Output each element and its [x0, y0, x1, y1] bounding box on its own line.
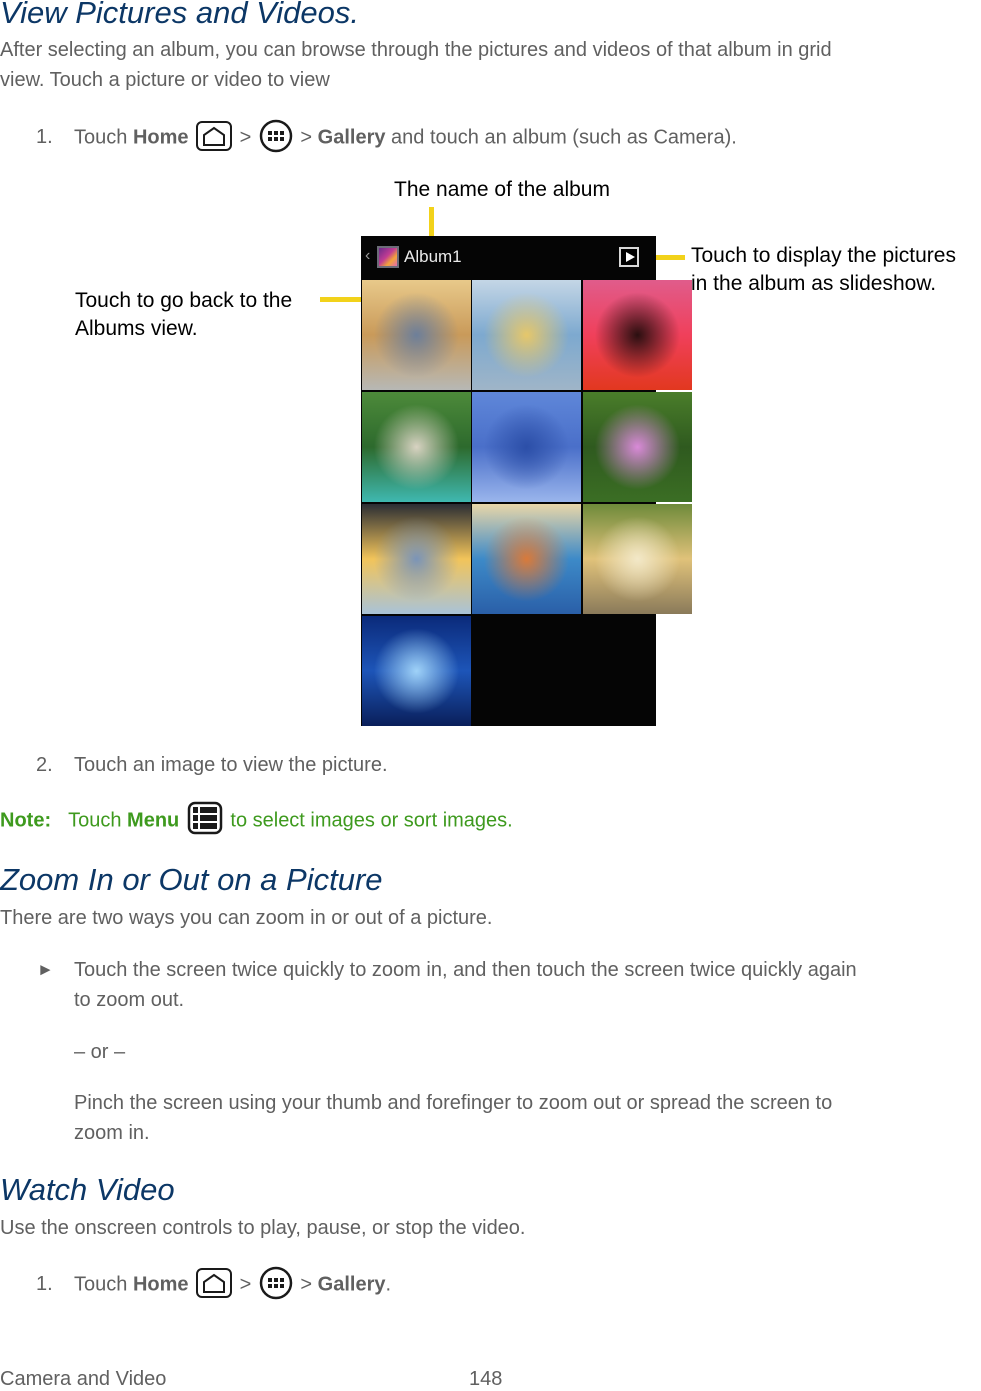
- thumbnail-coastal-cove[interactable]: [362, 392, 471, 502]
- separator: >: [234, 126, 257, 149]
- home-icon: [196, 1268, 233, 1298]
- step-prefix: Touch: [74, 126, 133, 149]
- album-thumbnail-icon[interactable]: [377, 246, 399, 268]
- thumbnail-palm-beach-sunset[interactable]: [362, 504, 471, 614]
- step-number: 1.: [36, 1273, 53, 1296]
- watch-video-step-1: 1. Touch Home > > Gallery.: [36, 1266, 392, 1302]
- footer-page-number: 148: [469, 1368, 503, 1390]
- apps-icon: [259, 119, 293, 153]
- menu-icon: [187, 801, 223, 835]
- section-heading-zoom: Zoom In or Out on a Picture: [0, 862, 383, 897]
- menu-label: Menu: [127, 809, 180, 832]
- note-label: Note:: [0, 809, 52, 832]
- thumbnail-water-lilies[interactable]: [583, 392, 692, 502]
- footer-section-name: Camera and Video: [0, 1368, 167, 1390]
- step-number: 1.: [36, 126, 53, 149]
- step-suffix: .: [385, 1273, 392, 1296]
- note: Note: Touch Menu to select images or sort…: [0, 801, 513, 838]
- zoom-option2-line2: zoom in.: [74, 1122, 150, 1144]
- thumbnail-mosaic-beads[interactable]: [472, 504, 581, 614]
- album-title: Album1: [404, 247, 462, 266]
- step-1-gallery: 1. Touch Home > > Gallery and touch an al…: [36, 119, 737, 155]
- bullet-icon: ►: [37, 960, 54, 979]
- step-2: 2. Touch an image to view the picture.: [36, 750, 388, 780]
- apps-icon: [259, 1266, 293, 1300]
- thumbnail-underwater-sunburst[interactable]: [362, 616, 471, 726]
- section-heading-watch-video: Watch Video: [0, 1172, 175, 1207]
- gallery-action-bar: ‹ Album1: [361, 236, 656, 280]
- note-suffix: to select images or sort images.: [224, 809, 513, 832]
- callout-slideshow-line2: in the album as slideshow.: [691, 272, 937, 295]
- home-label: Home: [132, 1273, 189, 1296]
- gallery-label: Gallery: [317, 1273, 386, 1296]
- watch-video-intro: Use the onscreen controls to play, pause…: [0, 1217, 526, 1239]
- thumbnail-sunset-sea-boat[interactable]: [362, 280, 471, 390]
- separator: >: [234, 1273, 257, 1296]
- or-separator: – or –: [74, 1041, 126, 1063]
- thumbnail-beads-illustration[interactable]: [472, 392, 581, 502]
- intro-paragraph-line2: view. Touch a picture or video to view: [0, 69, 330, 91]
- thumbnail-hand-sanitizer-bottle[interactable]: [472, 280, 581, 390]
- back-chevron-icon[interactable]: ‹: [365, 247, 370, 265]
- section-heading-view-pictures: View Pictures and Videos.: [0, 0, 360, 30]
- zoom-option2-line1: Pinch the screen using your thumb and fo…: [74, 1092, 833, 1114]
- callout-back-line2: Albums view.: [75, 317, 198, 340]
- zoom-intro: There are two ways you can zoom in or ou…: [0, 907, 493, 929]
- gallery-phone-screenshot: ‹ Album1: [361, 236, 692, 726]
- step-suffix: and touch an album (such as Camera).: [385, 126, 737, 149]
- intro-paragraph-line1: After selecting an album, you can browse…: [0, 39, 832, 61]
- note-prefix: Touch: [68, 809, 128, 832]
- gallery-label: Gallery: [317, 126, 386, 149]
- zoom-option1-line2: to zoom out.: [74, 989, 185, 1011]
- separator: >: [294, 126, 318, 149]
- step-number: 2.: [36, 754, 53, 776]
- callout-back-line1: Touch to go back to the: [75, 289, 293, 312]
- separator: >: [294, 1273, 318, 1296]
- callout-slideshow-line1: Touch to display the pictures: [691, 244, 956, 267]
- thumbnail-red-sunset[interactable]: [583, 280, 692, 390]
- callout-album-name: The name of the album: [394, 178, 610, 201]
- step-text: Touch an image to view the picture.: [74, 754, 388, 776]
- play-slideshow-icon[interactable]: [619, 247, 639, 267]
- home-label: Home: [132, 126, 189, 149]
- zoom-option1-line1: Touch the screen twice quickly to zoom i…: [74, 959, 857, 981]
- step-prefix: Touch: [74, 1273, 133, 1296]
- home-icon: [196, 121, 233, 151]
- thumbnail-villa-garden[interactable]: [583, 504, 692, 614]
